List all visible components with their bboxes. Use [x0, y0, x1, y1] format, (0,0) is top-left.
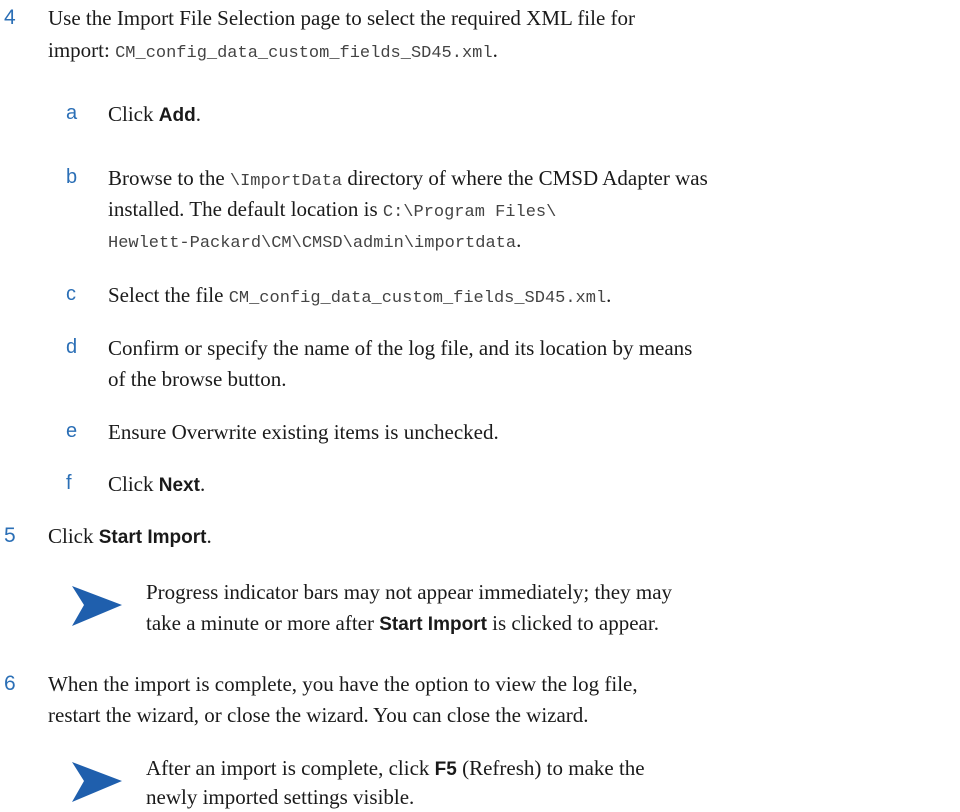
ui-label-start-import: Start Import — [379, 614, 487, 635]
text-fragment: take a minute or more after — [146, 611, 380, 635]
substep-e-text: Ensure Overwrite existing items is unche… — [108, 420, 499, 444]
substep-a-text: Click Add. — [108, 100, 201, 130]
substep-letter: d — [66, 336, 78, 358]
substep-letter: c — [66, 283, 76, 305]
text-fragment: After an import is complete, click — [146, 756, 435, 780]
text-fragment: . — [516, 228, 522, 252]
text-fragment: directory of where the CMSD Adapter was — [342, 166, 708, 190]
text-fragment: . — [492, 38, 498, 62]
substep-letter: b — [66, 166, 78, 188]
ui-label-start-import: Start Import — [98, 527, 207, 548]
path-part: Hewlett-Packard\CM\CMSD\admin\importdata — [108, 234, 517, 253]
substep-d-line2: of the browse button. — [108, 367, 287, 391]
text-fragment: . — [199, 472, 206, 496]
text-fragment: Browse to the — [108, 166, 230, 190]
note-line2: newly imported settings visible. — [146, 785, 415, 809]
substep-letter: a — [66, 102, 78, 124]
text-fragment: Select the file — [108, 283, 229, 307]
substep-d-line1: Confirm or specify the name of the log f… — [108, 336, 693, 360]
step-text: Click Start Import. — [48, 522, 212, 552]
note-line1: Progress indicator bars may not appear i… — [146, 580, 673, 604]
note-line1: After an import is complete, click F5 (R… — [146, 754, 645, 784]
step-number: 6 — [4, 672, 16, 695]
text-fragment: Click — [48, 524, 99, 548]
file-name: CM_config_data_custom_fields_SD45.xml — [228, 289, 607, 308]
note-line2: take a minute or more after Start Import… — [146, 609, 659, 639]
ui-label-f5: F5 — [434, 759, 457, 780]
step-text-line1: When the import is complete, you have th… — [48, 672, 638, 696]
substep-b-line3: Hewlett-Packard\CM\CMSD\admin\importdata… — [108, 226, 521, 258]
ui-label-next: Next — [158, 475, 200, 496]
substep-letter: e — [66, 420, 78, 442]
step-text-line2: restart the wizard, or close the wizard.… — [48, 703, 589, 727]
text-fragment: import: — [48, 38, 116, 62]
note-arrow-icon — [72, 586, 122, 626]
substep-f-text: Click Next. — [108, 470, 205, 500]
step-number: 4 — [4, 6, 16, 29]
text-fragment: . — [206, 524, 212, 548]
text-fragment: . — [195, 102, 201, 126]
text-fragment: (Refresh) to make the — [456, 756, 645, 780]
path-part: C:\Program Files\ — [382, 203, 557, 222]
substep-c-text: Select the file CM_config_data_custom_fi… — [108, 281, 611, 313]
substep-b-line1: Browse to the \ImportData directory of w… — [108, 164, 708, 196]
directory-name: \ImportData — [229, 172, 343, 191]
ui-label-add: Add — [158, 105, 196, 126]
text-fragment: Click — [108, 102, 159, 126]
text-fragment: Click — [108, 472, 159, 496]
note-arrow-icon — [72, 762, 122, 802]
substep-b-line2: installed. The default location is C:\Pr… — [108, 195, 556, 227]
text-fragment: is clicked to appear. — [486, 611, 659, 635]
step-text-line1: Use the Import File Selection page to se… — [48, 6, 636, 30]
text-fragment: installed. The default location is — [108, 197, 383, 221]
text-fragment: . — [606, 283, 612, 307]
step-number: 5 — [4, 524, 16, 547]
file-name: CM_config_data_custom_fields_SD45.xml — [115, 44, 493, 63]
substep-letter: f — [66, 472, 72, 494]
step-text-line2: import: CM_config_data_custom_fields_SD4… — [48, 36, 498, 68]
